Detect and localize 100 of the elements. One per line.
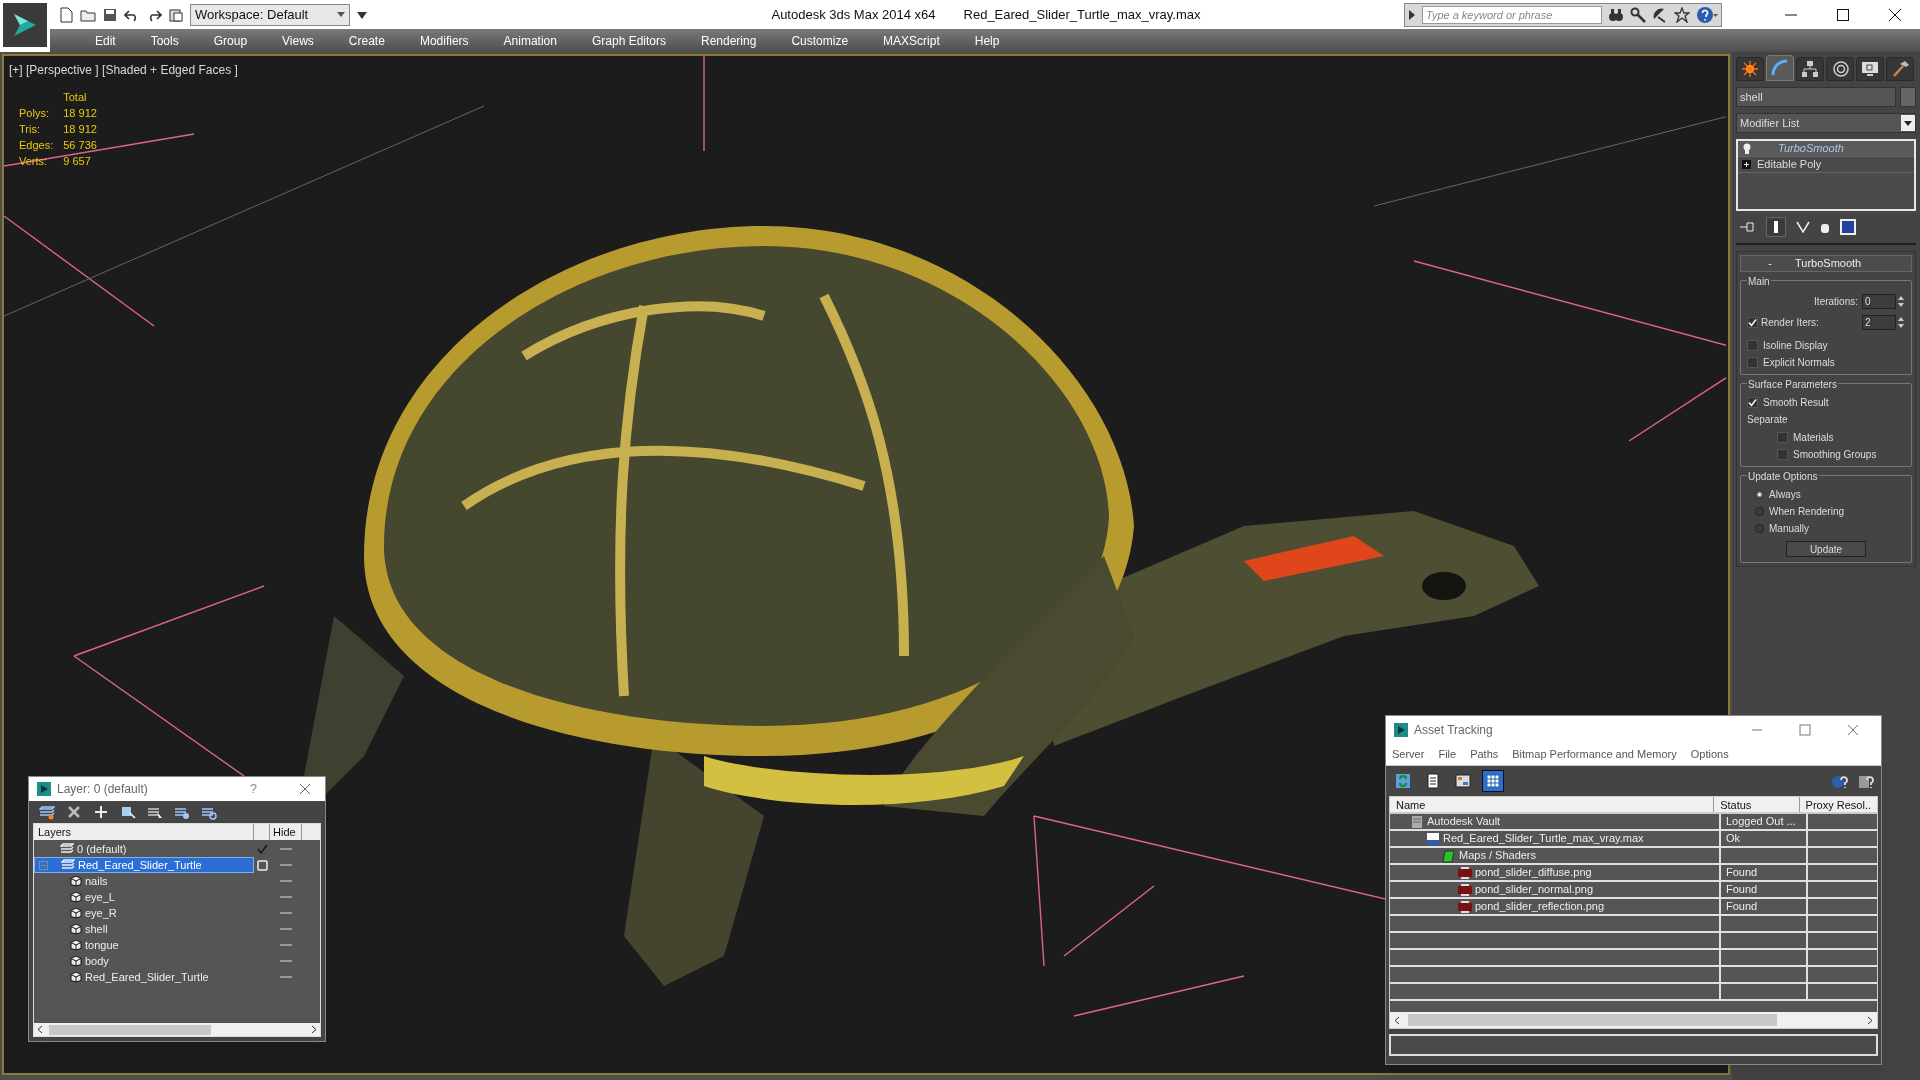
save-icon[interactable] (102, 6, 118, 23)
path-field[interactable] (1389, 1034, 1878, 1056)
checkbox[interactable] (1747, 316, 1758, 328)
modifier-list-dropdown[interactable]: Modifier List (1736, 113, 1916, 133)
maximize-icon[interactable] (1836, 7, 1850, 22)
hide-toggle-icon[interactable] (280, 975, 292, 979)
pin-icon[interactable] (1740, 221, 1756, 233)
command-tab[interactable] (1826, 57, 1854, 81)
help-button[interactable]: ? (249, 779, 257, 799)
menu-item[interactable]: Views (279, 31, 317, 50)
radio-button[interactable] (1755, 523, 1764, 533)
new-file-icon[interactable] (58, 6, 74, 23)
object-cube-icon (70, 891, 82, 903)
hide-toggle-icon[interactable] (280, 927, 292, 931)
menu-item[interactable]: Paths (1470, 746, 1499, 763)
menu-item[interactable]: Edit (92, 31, 119, 50)
menu-item[interactable]: Graph Editors (588, 31, 669, 50)
modifier-stack-item[interactable]: Editable Poly (1738, 157, 1914, 173)
toolbar-button[interactable] (1482, 770, 1504, 792)
checkbox[interactable] (1747, 396, 1758, 408)
scroll-right-icon[interactable] (1867, 1015, 1873, 1025)
layer-row[interactable]: Red_Eared_Slider_Turtle (34, 857, 254, 873)
modifier-stack-item[interactable]: TurboSmooth (1738, 141, 1914, 157)
menu-item[interactable]: Rendering (698, 31, 760, 50)
layer-row[interactable]: Red_Eared_Slider_Turtle (34, 969, 254, 985)
rollout-header[interactable]: - TurboSmooth (1740, 255, 1912, 272)
radio-button[interactable] (1755, 489, 1764, 499)
layer-row[interactable]: eye_R (34, 905, 254, 921)
layer-row[interactable]: body (34, 953, 254, 969)
current-layer-checkmark-icon[interactable] (256, 844, 268, 854)
menu-item[interactable]: Options (1690, 746, 1729, 763)
hide-toggle-icon[interactable] (280, 959, 292, 963)
app-logo-icon[interactable] (3, 3, 47, 47)
hide-toggle-icon[interactable] (280, 911, 292, 915)
search-field[interactable]: Type a keyword or phrase (1422, 5, 1602, 24)
layer-row[interactable]: shell (34, 921, 254, 937)
checkbox[interactable] (1777, 448, 1788, 460)
menu-item[interactable]: Bitmap Performance and Memory (1512, 746, 1677, 763)
expand-icon[interactable] (1742, 160, 1751, 169)
menu-item[interactable]: Customize (788, 31, 852, 50)
hide-toggle-icon[interactable] (280, 847, 292, 851)
scroll-left-icon[interactable] (1394, 1015, 1400, 1025)
object-name-field[interactable]: shell (1736, 87, 1896, 107)
horizontal-scrollbar[interactable] (1390, 1012, 1877, 1028)
checkbox[interactable] (1747, 356, 1758, 368)
configure-sets-icon[interactable] (1840, 219, 1856, 235)
current-layer-toggle[interactable] (256, 859, 268, 871)
object-cube-icon (70, 939, 82, 951)
section-caption: Separate (1747, 413, 1789, 427)
menu-item[interactable]: Create (345, 31, 388, 50)
table-cell: pond_slider_reflection.png (1390, 899, 1721, 914)
project-folder-icon[interactable] (168, 6, 184, 23)
scroll-right-icon[interactable] (311, 1025, 317, 1034)
workspace-dropdown[interactable]: Workspace: Default (190, 3, 350, 26)
update-button[interactable]: Update (1786, 541, 1866, 557)
hide-toggle-icon[interactable] (280, 863, 292, 867)
hide-toggle-icon[interactable] (280, 943, 292, 947)
number-field[interactable]: 2 (1862, 314, 1896, 330)
show-end-result-icon[interactable] (1766, 217, 1786, 237)
group-title: Update Options (1747, 469, 1819, 484)
layer-row[interactable]: 0 (default) (34, 841, 254, 857)
command-tab[interactable] (1736, 57, 1764, 81)
layer-row[interactable]: eye_L (34, 889, 254, 905)
menu-item[interactable]: MAXScript (880, 31, 943, 50)
checkbox[interactable] (1747, 339, 1758, 351)
new-layer-icon[interactable] (39, 803, 55, 820)
checkbox[interactable] (1777, 431, 1788, 443)
column-header: Layers (34, 824, 254, 840)
help-icon[interactable] (1696, 5, 1718, 24)
object-color-swatch[interactable] (1900, 87, 1916, 107)
light-bulb-icon[interactable] (1742, 142, 1752, 155)
binoculars-icon[interactable] (1608, 6, 1624, 23)
menu-item[interactable]: Help (971, 31, 1003, 50)
hide-toggle-icon[interactable] (280, 879, 292, 883)
key-icon[interactable] (1630, 6, 1646, 23)
menu-item[interactable]: Tools (147, 31, 182, 50)
command-tab[interactable] (1886, 57, 1914, 81)
add-icon[interactable] (93, 803, 109, 820)
object-cube-icon (70, 907, 82, 919)
object-cube-icon (70, 955, 82, 967)
menu-item[interactable]: Modifiers (416, 31, 472, 50)
menu-item[interactable]: Server (1392, 746, 1425, 763)
command-tab[interactable] (1856, 57, 1884, 81)
menu-item[interactable]: File (1438, 746, 1457, 763)
scroll-left-icon[interactable] (37, 1025, 43, 1034)
number-field[interactable]: 0 (1862, 293, 1896, 309)
layer-row[interactable]: tongue (34, 937, 254, 953)
delete-icon[interactable] (66, 803, 82, 820)
horizontal-scrollbar[interactable] (34, 1022, 320, 1036)
close-icon[interactable] (1888, 7, 1902, 22)
menu-item[interactable]: Group (210, 31, 251, 50)
menu-item[interactable]: Animation (500, 31, 560, 50)
radio-button[interactable] (1755, 506, 1764, 516)
command-tab[interactable] (1796, 57, 1824, 81)
layer-row[interactable]: nails (34, 873, 254, 889)
viewport-label[interactable]: [+] [Perspective ] [Shaded + Edged Faces ] (9, 61, 1723, 79)
hide-toggle-icon[interactable] (280, 895, 292, 899)
star-icon[interactable] (1674, 6, 1690, 23)
dialog-title: Asset Tracking (1414, 722, 1494, 739)
expand-arrow-icon[interactable] (1408, 9, 1416, 20)
